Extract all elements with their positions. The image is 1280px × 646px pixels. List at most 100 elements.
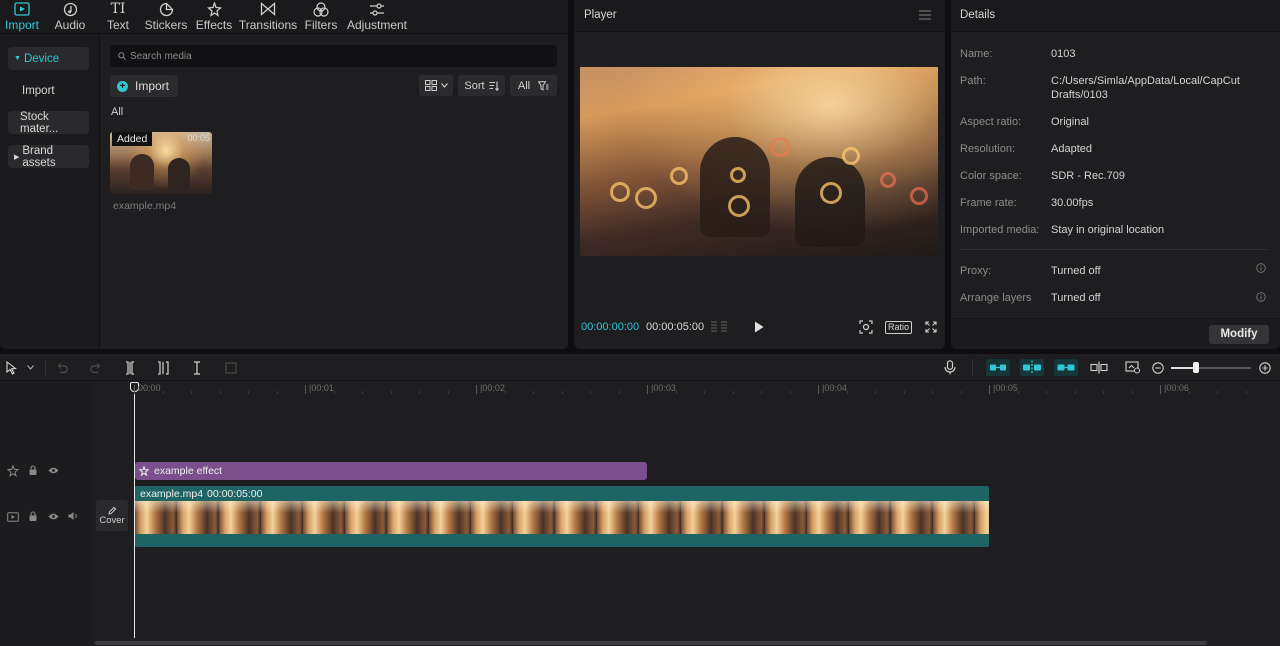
thumbnail-preview-icon[interactable] (1125, 361, 1141, 374)
sidebar-item-stock-label: Stock mater... (20, 110, 59, 135)
main-track-magnet-icon[interactable] (986, 359, 1010, 376)
split-icon[interactable] (124, 361, 136, 375)
import-icon (14, 1, 30, 17)
tab-adjustment[interactable]: Adjustment (342, 0, 412, 34)
effect-star-icon (139, 466, 149, 476)
sort-button[interactable]: Sort (458, 75, 505, 96)
detail-value-imported: Stay in original location (1051, 224, 1165, 236)
detail-label-aspect: Aspect ratio: (960, 116, 1022, 128)
detail-value-resolution: Adapted (1051, 143, 1092, 155)
preview-axis-icon[interactable] (1090, 361, 1108, 374)
effects-icon (206, 1, 222, 17)
auto-snapping-icon[interactable] (1020, 359, 1044, 376)
ruler-minor-tick (391, 391, 392, 394)
sidebar-item-device[interactable]: ▼ Device (8, 47, 89, 70)
sidebar-item-stock[interactable]: Stock mater... (8, 110, 89, 135)
detail-label-proxy: Proxy: (960, 265, 992, 277)
menu-icon[interactable] (919, 10, 931, 20)
tab-filters[interactable]: Filters (300, 0, 342, 34)
tab-audio-label: Audio (54, 18, 86, 32)
search-input[interactable] (130, 50, 530, 62)
tab-text[interactable]: TI Text (96, 0, 140, 34)
lock-icon[interactable] (28, 465, 38, 476)
cover-button[interactable]: Cover (96, 500, 128, 531)
ruler-minor-tick (1046, 391, 1047, 394)
ruler-label: |00:01 (309, 383, 334, 393)
linkage-icon[interactable] (1054, 359, 1078, 376)
sort-button-label: Sort (464, 79, 485, 92)
ruler-minor-tick (676, 391, 677, 394)
playhead-line (134, 388, 135, 638)
timeline-scrollbar[interactable] (95, 641, 1207, 645)
modify-button[interactable]: Modify (1209, 325, 1269, 344)
tab-import[interactable]: Import (0, 0, 44, 34)
split-right-icon[interactable] (191, 361, 203, 375)
fullscreen-icon[interactable] (925, 321, 937, 333)
tab-transitions-label: Transitions (238, 18, 298, 32)
current-time: 00:00:00:00 (581, 321, 640, 333)
speaker-icon[interactable] (68, 511, 79, 521)
split-left-icon[interactable] (157, 361, 169, 375)
media-sidebar: ▼ Device Import Stock mater... ▶ Brand a… (0, 34, 100, 349)
lock-icon[interactable] (28, 511, 38, 522)
media-thumbnail[interactable]: Added 00:05 (110, 132, 212, 194)
ratio-button[interactable]: Ratio (885, 321, 913, 334)
sidebar-item-import[interactable]: Import (8, 79, 89, 102)
ruler-minor-tick (1246, 391, 1247, 394)
ruler-minor-tick (163, 391, 164, 394)
video-clip[interactable]: example.mp4 00:00:05:00 (135, 486, 989, 547)
stickers-icon (159, 1, 174, 17)
media-section-label: All (111, 106, 124, 118)
ruler-tick (818, 385, 819, 394)
ruler-minor-tick (875, 391, 876, 394)
filter-all-label: All (517, 79, 531, 92)
details-panel: Details Name: 0103 Path: C:/Users/Simla/… (951, 0, 1280, 349)
sidebar-item-brand-assets[interactable]: ▶ Brand assets (8, 145, 89, 169)
delete-icon[interactable] (225, 362, 237, 374)
player-header: Player (574, 0, 945, 32)
detail-label-resolution: Resolution: (960, 143, 1016, 155)
ruler-tick (1160, 385, 1161, 394)
microphone-icon[interactable] (944, 360, 956, 375)
detail-label-arrange: Arrange layers (960, 292, 1032, 304)
detail-value-path-line2: Drafts/0103 (1051, 89, 1108, 101)
frames-icon[interactable] (710, 321, 728, 333)
tab-audio[interactable]: Audio (44, 0, 96, 34)
zoom-out-icon[interactable] (1152, 362, 1164, 374)
tab-transitions[interactable]: Transitions (236, 0, 300, 34)
filter-all-button[interactable]: All (510, 75, 557, 96)
undo-icon[interactable] (56, 362, 68, 373)
cover-label: Cover (99, 514, 125, 526)
video-track-icon (7, 512, 19, 522)
effect-clip[interactable]: example effect (135, 462, 647, 480)
tab-effects[interactable]: Effects (192, 0, 236, 34)
zoom-in-icon[interactable] (1259, 362, 1271, 374)
search-icon (118, 52, 126, 60)
view-mode-button[interactable] (419, 75, 453, 96)
ruler-minor-tick (704, 391, 705, 394)
zoom-slider-handle[interactable] (1193, 362, 1199, 373)
info-icon[interactable] (1256, 292, 1266, 302)
video-preview[interactable] (580, 67, 938, 256)
sidebar-item-import-label: Import (22, 84, 55, 97)
ruler-label: |00:03 (651, 383, 676, 393)
effect-clip-label: example effect (154, 465, 223, 477)
crop-focus-icon[interactable] (859, 320, 873, 334)
import-button[interactable]: + Import (110, 75, 178, 97)
player-title: Player (584, 9, 617, 21)
redo-icon[interactable] (90, 362, 102, 373)
chevron-down-icon[interactable] (27, 365, 34, 370)
select-cursor-icon[interactable] (6, 361, 18, 375)
tab-stickers[interactable]: Stickers (140, 0, 192, 34)
ruler-tick (476, 385, 477, 394)
eye-icon[interactable] (48, 512, 59, 521)
eye-icon[interactable] (48, 466, 59, 475)
details-title: Details (960, 9, 996, 21)
info-icon[interactable] (1256, 263, 1266, 273)
timeline-panel: Cover example effect example.mp4 00:00:0… (0, 354, 1280, 646)
ruler-minor-tick (419, 391, 420, 394)
ruler-minor-tick (847, 391, 848, 394)
timeline-toolbar (0, 354, 1280, 381)
tab-adjustment-label: Adjustment (346, 18, 408, 32)
play-button[interactable] (754, 321, 764, 333)
